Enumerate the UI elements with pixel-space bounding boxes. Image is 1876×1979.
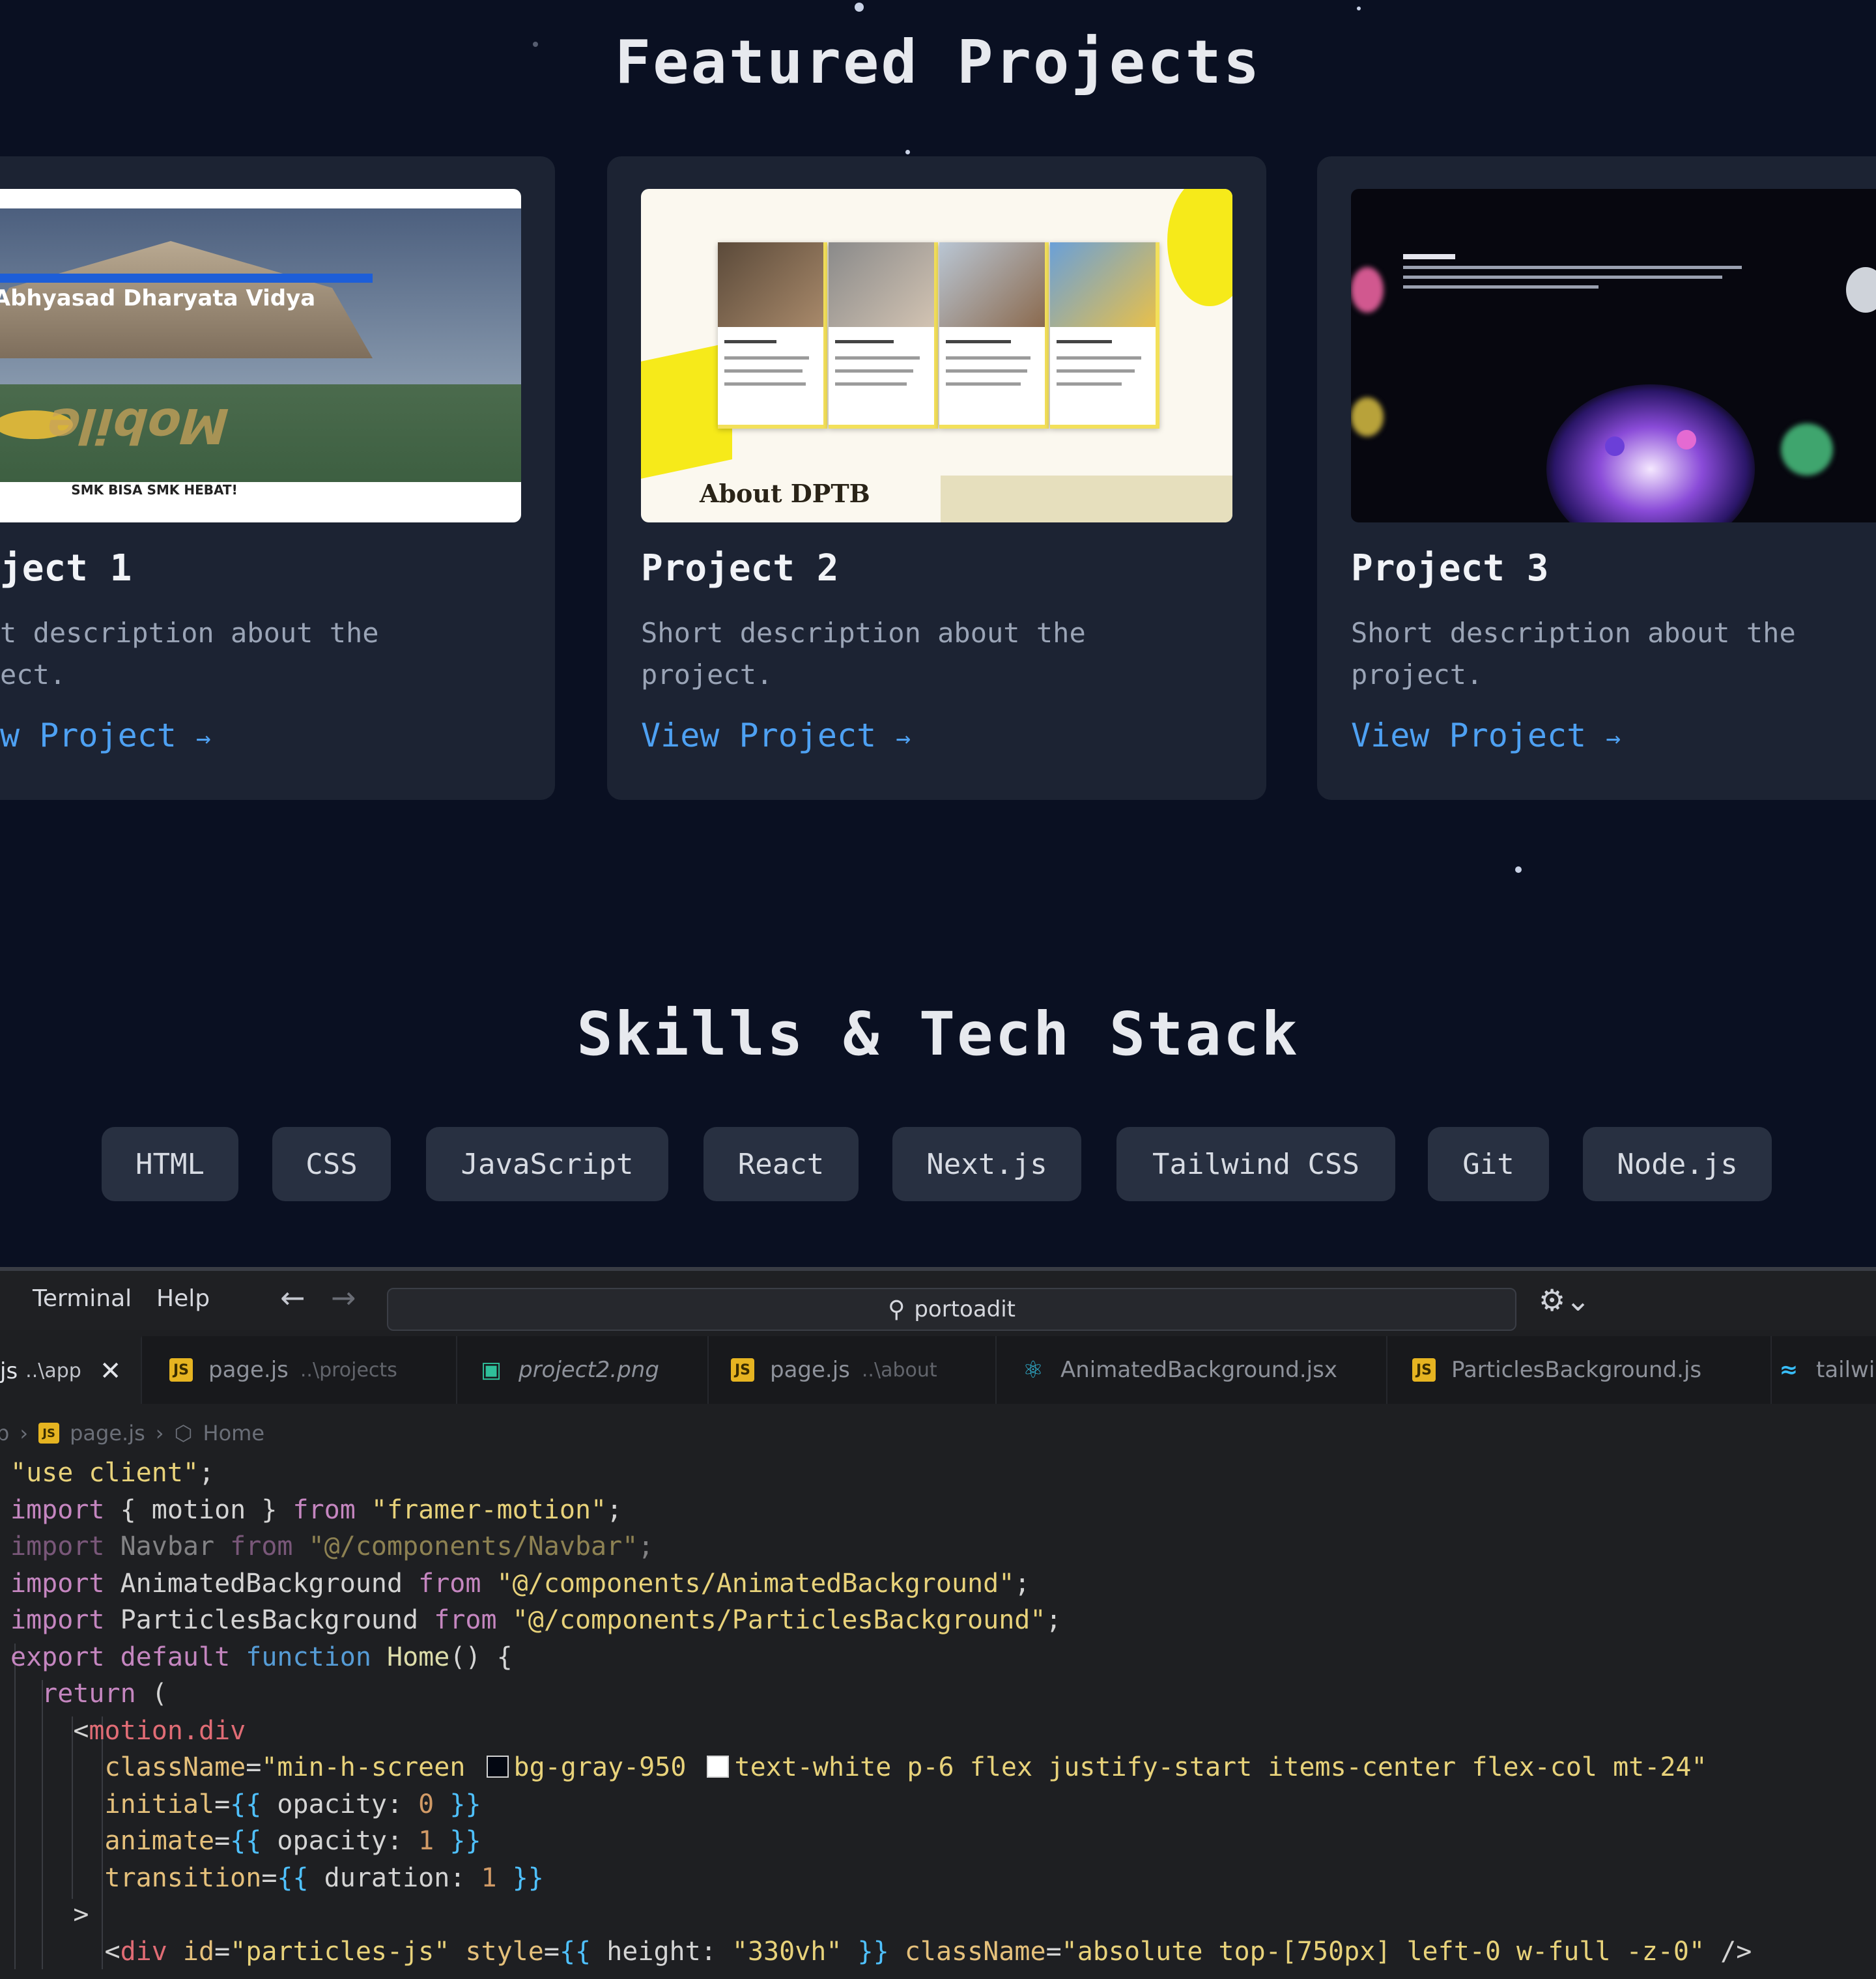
featured-projects-heading: Featured Projects <box>614 27 1262 97</box>
code-line[interactable]: return ( <box>10 1675 167 1712</box>
code-line[interactable]: import { motion } from "framer-motion"; <box>10 1492 622 1528</box>
skill-chip-html: HTML <box>102 1127 238 1201</box>
close-tab-icon[interactable]: ✕ <box>100 1356 122 1386</box>
project-1-thumb-school-name: Abhyasad Dharyata Vidya <box>0 285 316 311</box>
tab-page-js-about[interactable]: JS page.js ..\about <box>713 1336 997 1404</box>
breadcrumb-folder[interactable]: p <box>0 1421 9 1445</box>
skills-list: HTML CSS JavaScript React Next.js Tailwi… <box>0 1127 1876 1205</box>
tab-page-js-app[interactable]: js ..\app ✕ <box>0 1336 142 1404</box>
skill-chip-nextjs: Next.js <box>892 1127 1081 1201</box>
project-1-view-link[interactable]: w Project → <box>0 717 211 754</box>
skill-chip-nodejs: Node.js <box>1583 1127 1772 1201</box>
project-2-description: Short description about the project. <box>641 617 1086 691</box>
project-2-view-link[interactable]: View Project → <box>641 717 911 754</box>
project-3-thumbnail[interactable] <box>1351 189 1876 522</box>
breadcrumb-symbol[interactable]: Home <box>203 1421 265 1445</box>
project-2-thumb-caption: About DPTB <box>700 479 870 508</box>
project-1-thumb-footer: SMK BISA SMK HEBAT! <box>71 482 238 498</box>
copilot-icon[interactable]: ⚙︎⌄ <box>1539 1283 1591 1318</box>
code-line[interactable]: export default function Home() { <box>10 1639 513 1675</box>
code-line[interactable]: <div id="particles-js" style={{ height: … <box>10 1933 1752 1970</box>
project-1-description: t description about the ect. <box>0 617 379 691</box>
tab-particlesbackground-js[interactable]: JS ParticlesBackground.js <box>1394 1336 1772 1404</box>
menu-terminal[interactable]: Terminal <box>33 1285 132 1312</box>
tab-animatedbackground-jsx[interactable]: ⚛ AnimatedBackground.jsx <box>1003 1336 1387 1404</box>
command-search-box[interactable]: ⚲ portoadit <box>387 1288 1516 1331</box>
search-box-text: portoadit <box>914 1296 1016 1322</box>
code-editor-window: Terminal Help ← → ⚲ portoadit ⚙︎⌄ js ..\a… <box>0 1267 1876 1979</box>
code-line[interactable]: import Navbar from "@/components/Navbar"… <box>10 1528 653 1565</box>
js-file-icon: JS <box>38 1423 60 1444</box>
code-line[interactable]: initial={{ opacity: 0 }} <box>10 1786 481 1823</box>
portfolio-page: Featured Projects Abhyasad Dharyata Vidy… <box>0 0 1876 1267</box>
skill-chip-tailwind: Tailwind CSS <box>1116 1127 1395 1201</box>
code-line[interactable]: import AnimatedBackground from "@/compon… <box>10 1565 1030 1602</box>
skill-chip-react: React <box>704 1127 859 1201</box>
chevron-right-icon: › <box>155 1421 164 1445</box>
symbol-method-icon: ⬡ <box>174 1421 193 1445</box>
code-line[interactable]: transition={{ duration: 1 }} <box>10 1860 544 1896</box>
code-line[interactable]: "use client"; <box>10 1455 214 1491</box>
js-file-icon: JS <box>1412 1358 1436 1382</box>
forward-arrow-icon[interactable]: → <box>331 1280 356 1315</box>
editor-tabs: js ..\app ✕ JS page.js ..\projects ▣ project… <box>0 1336 1876 1404</box>
breadcrumb: p › JS page.js › ⬡ Home <box>0 1418 275 1448</box>
project-card-3: Project 3 Short description about the pro… <box>1317 156 1876 800</box>
skill-chip-javascript: JavaScript <box>426 1127 668 1201</box>
code-line[interactable]: > <box>10 1896 89 1933</box>
back-arrow-icon[interactable]: ← <box>280 1280 306 1315</box>
code-line[interactable]: className="min-h-screen bg-gray-950 text… <box>10 1749 1707 1786</box>
code-line[interactable]: animate={{ opacity: 1 }} <box>10 1823 481 1859</box>
project-1-thumb-watermark: Mobile <box>39 397 236 453</box>
code-line[interactable]: import ParticlesBackground from "@/compo… <box>10 1602 1062 1638</box>
tab-project2-png[interactable]: ▣ project2.png <box>461 1336 709 1404</box>
search-icon: ⚲ <box>887 1296 905 1323</box>
project-1-thumbnail[interactable]: Abhyasad Dharyata Vidya Mobile SMK BISA … <box>0 189 521 522</box>
chevron-right-icon: › <box>20 1421 29 1445</box>
project-1-title: ject 1 <box>0 547 132 590</box>
star-decoration <box>855 3 864 12</box>
tab-page-js-projects[interactable]: JS page.js ..\projects <box>151 1336 457 1404</box>
star-decoration <box>905 150 910 154</box>
skill-chip-css: CSS <box>272 1127 391 1201</box>
react-file-icon: ⚛ <box>1022 1356 1044 1384</box>
project-2-title: Project 2 <box>641 547 839 590</box>
project-3-description: Short description about the project. <box>1351 617 1796 691</box>
breadcrumb-file[interactable]: page.js <box>70 1421 145 1445</box>
project-card-2: Abhyasad Dharyata Vidya About DPTB Proje… <box>607 156 1266 800</box>
project-card-1: Abhyasad Dharyata Vidya Mobile SMK BISA … <box>0 156 555 800</box>
skills-heading: Skills & Tech Stack <box>576 999 1300 1069</box>
js-file-icon: JS <box>169 1358 193 1382</box>
menu-help[interactable]: Help <box>156 1285 210 1312</box>
star-decoration <box>1515 866 1522 873</box>
image-file-icon: ▣ <box>480 1357 502 1383</box>
star-decoration <box>1357 7 1361 10</box>
tailwind-file-icon: ≈ <box>1779 1357 1798 1383</box>
skill-chip-git: Git <box>1428 1127 1549 1201</box>
project-2-thumbnail[interactable]: Abhyasad Dharyata Vidya About DPTB <box>641 189 1232 522</box>
menu-bar: Terminal Help ← → ⚲ portoadit ⚙︎⌄ <box>0 1271 1876 1331</box>
tab-tailwind-config[interactable]: ≈ tailwi <box>1759 1336 1876 1404</box>
js-file-icon: JS <box>731 1358 754 1382</box>
project-3-title: Project 3 <box>1351 547 1549 590</box>
code-line[interactable]: <motion.div <box>10 1713 246 1749</box>
project-3-view-link[interactable]: View Project → <box>1351 717 1621 754</box>
